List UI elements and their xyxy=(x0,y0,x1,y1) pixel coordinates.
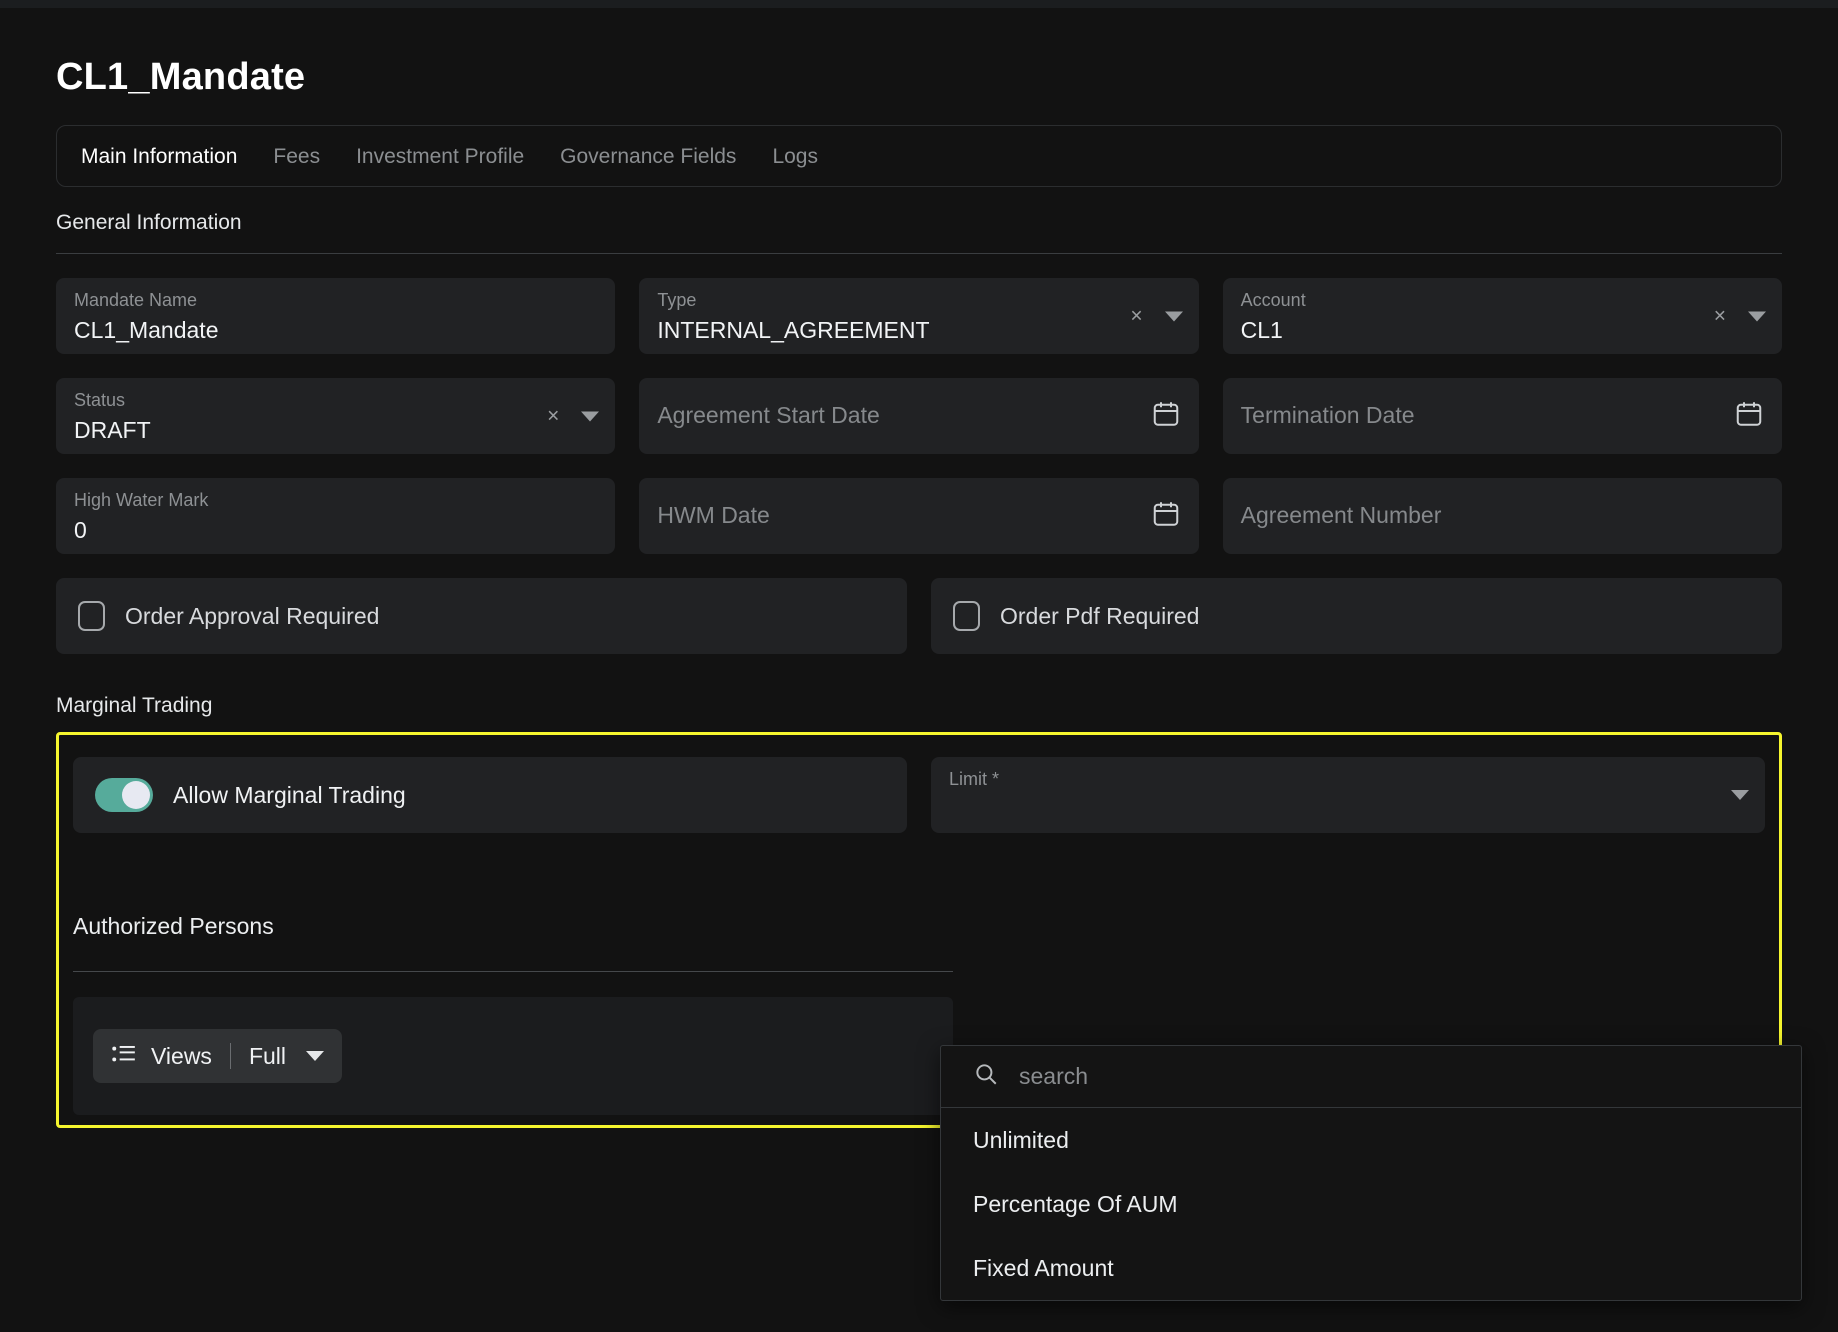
dropdown-search-placeholder: search xyxy=(1019,1063,1088,1090)
dropdown-caret-icon[interactable] xyxy=(1165,311,1183,321)
views-selector-button[interactable]: Views Full xyxy=(93,1029,342,1083)
field-agreement-start-date[interactable]: Agreement Start Date xyxy=(639,378,1198,454)
dropdown-option-unlimited[interactable]: Unlimited xyxy=(941,1108,1801,1172)
clear-icon[interactable]: × xyxy=(1130,306,1142,327)
checkbox-label: Order Approval Required xyxy=(125,603,379,630)
field-label: Type xyxy=(657,291,1180,310)
dropdown-caret-icon[interactable] xyxy=(1731,790,1749,800)
tab-fees[interactable]: Fees xyxy=(273,146,320,167)
field-value: CL1_Mandate xyxy=(74,318,597,343)
general-information-heading: General Information xyxy=(56,211,1782,235)
field-hwm-date[interactable]: HWM Date xyxy=(639,478,1198,554)
limit-dropdown-menu: search Unlimited Percentage Of AUM Fixed… xyxy=(940,1045,1802,1301)
field-type[interactable]: Type INTERNAL_AGREEMENT × xyxy=(639,278,1198,354)
field-actions xyxy=(1731,790,1749,800)
tab-logs[interactable]: Logs xyxy=(772,146,818,167)
toggle-knob xyxy=(122,781,150,809)
tab-bar: Main Information Fees Investment Profile… xyxy=(56,125,1782,187)
tab-investment-profile[interactable]: Investment Profile xyxy=(356,146,524,167)
marginal-trading-row: Allow Marginal Trading Limit * xyxy=(59,757,1779,833)
field-actions: × xyxy=(1714,306,1766,327)
authorized-persons-divider xyxy=(73,971,953,972)
chevron-down-icon[interactable] xyxy=(306,1051,324,1061)
field-high-water-mark[interactable]: High Water Mark 0 xyxy=(56,478,615,554)
checkbox-icon[interactable] xyxy=(78,601,105,631)
field-value: DRAFT xyxy=(74,418,597,443)
dropdown-option-fixed-amount[interactable]: Fixed Amount xyxy=(941,1236,1801,1300)
field-placeholder: HWM Date xyxy=(657,503,769,528)
field-termination-date[interactable]: Termination Date xyxy=(1223,378,1782,454)
tab-main-information[interactable]: Main Information xyxy=(81,146,237,167)
field-account[interactable]: Account CL1 × xyxy=(1223,278,1782,354)
field-placeholder: Agreement Start Date xyxy=(657,403,879,428)
calendar-icon[interactable] xyxy=(1734,399,1764,434)
section-divider xyxy=(56,253,1782,254)
requirement-checkbox-row: Order Approval Required Order Pdf Requir… xyxy=(56,578,1782,654)
checkbox-icon[interactable] xyxy=(953,601,980,631)
field-limit[interactable]: Limit * xyxy=(931,757,1765,833)
field-label: Mandate Name xyxy=(74,291,597,310)
dropdown-option-percentage-of-aum[interactable]: Percentage Of AUM xyxy=(941,1172,1801,1236)
calendar-icon[interactable] xyxy=(1151,399,1181,434)
page-title: CL1_Mandate xyxy=(56,56,1782,99)
field-label: High Water Mark xyxy=(74,491,597,510)
field-actions: × xyxy=(547,406,599,427)
field-placeholder: Termination Date xyxy=(1241,403,1415,428)
field-label: Limit * xyxy=(949,770,1747,789)
field-actions: × xyxy=(1130,306,1182,327)
general-information-grid: Mandate Name CL1_Mandate Type INTERNAL_A… xyxy=(56,278,1782,554)
field-label: Status xyxy=(74,391,597,410)
list-view-icon xyxy=(111,1044,137,1069)
checkbox-order-pdf-required[interactable]: Order Pdf Required xyxy=(931,578,1782,654)
mandate-detail-page: CL1_Mandate Main Information Fees Invest… xyxy=(0,0,1838,1332)
field-status[interactable]: Status DRAFT × xyxy=(56,378,615,454)
field-value: 0 xyxy=(74,518,597,543)
toggle-allow-marginal-trading[interactable]: Allow Marginal Trading xyxy=(73,757,907,833)
field-label: Account xyxy=(1241,291,1764,310)
field-placeholder: Agreement Number xyxy=(1241,503,1442,528)
views-separator xyxy=(230,1043,231,1069)
checkbox-order-approval-required[interactable]: Order Approval Required xyxy=(56,578,907,654)
field-mandate-name[interactable]: Mandate Name CL1_Mandate xyxy=(56,278,615,354)
clear-icon[interactable]: × xyxy=(1714,306,1726,327)
calendar-icon[interactable] xyxy=(1151,499,1181,534)
checkbox-label: Order Pdf Required xyxy=(1000,603,1199,630)
views-value: Full xyxy=(249,1043,286,1070)
window-top-strip xyxy=(0,0,1838,8)
dropdown-search-input[interactable]: search xyxy=(941,1046,1801,1108)
toggle-label: Allow Marginal Trading xyxy=(173,782,406,809)
tab-governance-fields[interactable]: Governance Fields xyxy=(560,146,736,167)
field-agreement-number[interactable]: Agreement Number xyxy=(1223,478,1782,554)
clear-icon[interactable]: × xyxy=(547,406,559,427)
authorized-persons-toolbar: Views Full xyxy=(73,997,953,1115)
marginal-trading-heading: Marginal Trading xyxy=(56,694,1782,718)
dropdown-caret-icon[interactable] xyxy=(581,411,599,421)
views-label: Views xyxy=(151,1043,212,1070)
field-value: INTERNAL_AGREEMENT xyxy=(657,318,1180,343)
dropdown-caret-icon[interactable] xyxy=(1748,311,1766,321)
field-value: CL1 xyxy=(1241,318,1764,343)
toggle-switch-icon[interactable] xyxy=(95,778,153,812)
search-icon xyxy=(973,1061,999,1092)
authorized-persons-heading: Authorized Persons xyxy=(73,913,274,940)
